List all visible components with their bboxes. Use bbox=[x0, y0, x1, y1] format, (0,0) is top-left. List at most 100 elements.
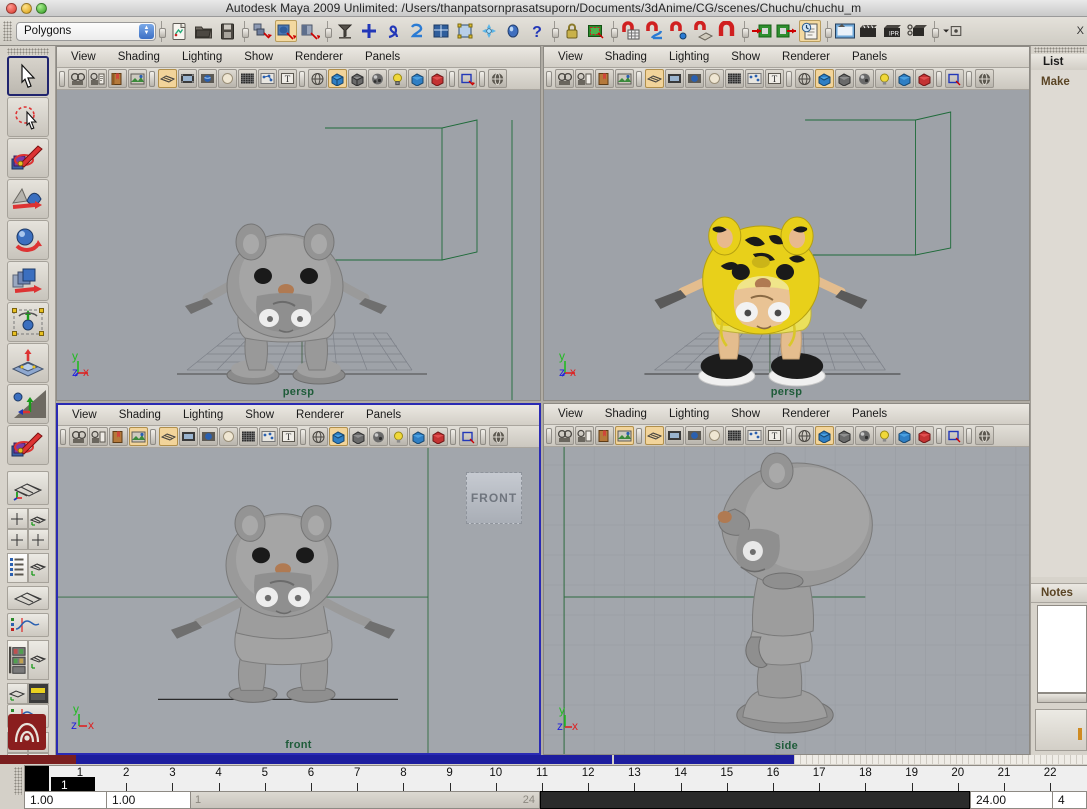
toolbar-grip[interactable] bbox=[636, 427, 642, 444]
viewport-persp-right-canvas[interactable]: y z x persp bbox=[544, 90, 1029, 400]
toolbar-grip[interactable] bbox=[150, 428, 156, 445]
render-current-frame-icon[interactable] bbox=[834, 20, 856, 42]
toolbar-grip[interactable] bbox=[546, 70, 552, 87]
toolbar-grip[interactable] bbox=[786, 427, 792, 444]
viewport-menu-show[interactable]: Show bbox=[245, 409, 274, 421]
channel-box-grip[interactable] bbox=[1034, 47, 1084, 53]
snap-to-grid-icon[interactable] bbox=[620, 20, 642, 42]
hardware-texturing-icon[interactable] bbox=[488, 427, 508, 446]
viewport-menu-shading[interactable]: Shading bbox=[605, 51, 647, 63]
shaded-wireframe-icon[interactable] bbox=[854, 69, 874, 88]
layout-four-view[interactable] bbox=[27, 508, 49, 529]
film-gate-icon[interactable] bbox=[178, 427, 198, 446]
field-chart-icon[interactable] bbox=[724, 426, 744, 445]
layout-outliner-persp[interactable] bbox=[6, 553, 28, 583]
scale-tool[interactable] bbox=[6, 261, 49, 301]
snap-to-point-icon[interactable] bbox=[668, 20, 690, 42]
select-camera-icon[interactable] bbox=[67, 69, 87, 88]
range-slider-track-dark[interactable] bbox=[540, 791, 970, 809]
safe-title-icon[interactable]: T bbox=[277, 69, 297, 88]
input-connections-icon[interactable] bbox=[751, 20, 773, 42]
smooth-shade-icon[interactable] bbox=[814, 426, 834, 445]
viewport-menu-shading[interactable]: Shading bbox=[605, 408, 647, 420]
safe-action-icon[interactable] bbox=[744, 426, 764, 445]
toolbar-grip[interactable] bbox=[936, 427, 942, 444]
toolbar-grip[interactable] bbox=[936, 70, 942, 87]
viewport-front-canvas[interactable]: FRONT y z x front bbox=[58, 448, 539, 753]
viewport-menu-view[interactable]: View bbox=[72, 409, 97, 421]
viewport-side-canvas[interactable]: y z x side bbox=[544, 447, 1029, 754]
viewport-menu-shading[interactable]: Shading bbox=[118, 51, 160, 63]
camera-attributes-icon[interactable] bbox=[574, 426, 594, 445]
gate-mask-icon[interactable] bbox=[704, 426, 724, 445]
layout-hypershade-persp[interactable] bbox=[27, 640, 49, 680]
render-settings-icon[interactable] bbox=[906, 20, 928, 42]
highlight-selection-icon[interactable] bbox=[585, 20, 607, 42]
rotate-tool[interactable] bbox=[6, 220, 49, 260]
flat-shade-icon[interactable] bbox=[348, 427, 368, 446]
smooth-shade-icon[interactable] bbox=[328, 427, 348, 446]
lock-icon[interactable] bbox=[561, 20, 583, 42]
layout-persp-render[interactable] bbox=[6, 683, 28, 704]
viewport-menu-show[interactable]: Show bbox=[244, 51, 273, 63]
wireframe-icon[interactable] bbox=[308, 427, 328, 446]
toolbar-grip[interactable] bbox=[966, 70, 972, 87]
isolate-select-icon[interactable] bbox=[458, 427, 478, 446]
viewport-menu-lighting[interactable]: Lighting bbox=[669, 408, 709, 420]
toolbar-grip[interactable] bbox=[60, 428, 66, 445]
paint-select-tool[interactable] bbox=[6, 138, 49, 178]
layout-hypershade[interactable] bbox=[6, 640, 28, 680]
construction-history-icon[interactable] bbox=[799, 20, 821, 42]
wireframe-icon[interactable] bbox=[794, 69, 814, 88]
bookmarks-icon[interactable] bbox=[108, 427, 128, 446]
viewport-menu-view[interactable]: View bbox=[558, 408, 583, 420]
hulls-mask-icon[interactable] bbox=[454, 20, 476, 42]
toolbar-grip[interactable] bbox=[300, 428, 306, 445]
toolbar-divider[interactable] bbox=[932, 20, 939, 42]
misc-mask-icon[interactable]: ? bbox=[526, 20, 548, 42]
toolbar-divider[interactable] bbox=[825, 20, 832, 42]
points-mask-icon[interactable] bbox=[358, 20, 380, 42]
wireframe-icon[interactable] bbox=[794, 426, 814, 445]
viewport-menu-panels[interactable]: Panels bbox=[366, 409, 401, 421]
xray-icon[interactable] bbox=[914, 69, 934, 88]
smooth-shade-icon[interactable] bbox=[327, 69, 347, 88]
use-all-lights-icon[interactable] bbox=[387, 69, 407, 88]
menu-set-select[interactable]: Polygons ▲ ▼ bbox=[16, 21, 156, 41]
toolbar-grip[interactable] bbox=[636, 70, 642, 87]
playback-end-time-field[interactable]: 24.00 bbox=[970, 791, 1052, 809]
layout-two-pane-vertical[interactable] bbox=[6, 529, 28, 550]
hardware-texturing-icon[interactable] bbox=[487, 69, 507, 88]
viewport-menu-view[interactable]: View bbox=[71, 51, 96, 63]
bookmarks-icon[interactable] bbox=[594, 69, 614, 88]
viewport-persp-left-canvas[interactable]: y z x persp bbox=[57, 90, 540, 400]
viewport-menu-view[interactable]: View bbox=[558, 51, 583, 63]
range-slider[interactable]: 1 24 bbox=[190, 791, 540, 809]
safe-title-icon[interactable]: T bbox=[764, 69, 784, 88]
safe-title-icon[interactable]: T bbox=[278, 427, 298, 446]
channel-box-body[interactable]: Make bbox=[1031, 70, 1087, 577]
animation-end-time-field[interactable]: 4 bbox=[1052, 791, 1087, 809]
universal-manipulator-tool[interactable] bbox=[6, 302, 49, 342]
toolbar-divider[interactable] bbox=[242, 20, 249, 42]
use-all-lights-icon[interactable] bbox=[388, 427, 408, 446]
safe-action-icon[interactable] bbox=[258, 427, 278, 446]
wireframe-icon[interactable] bbox=[307, 69, 327, 88]
notes-field[interactable] bbox=[1037, 605, 1087, 693]
use-all-lights-icon[interactable] bbox=[874, 69, 894, 88]
resolution-gate-icon[interactable] bbox=[684, 426, 704, 445]
shaded-wireframe-icon[interactable] bbox=[854, 426, 874, 445]
use-all-lights-icon[interactable] bbox=[874, 426, 894, 445]
toolbar-grip[interactable] bbox=[546, 427, 552, 444]
hardware-texturing-icon[interactable] bbox=[974, 69, 994, 88]
layout-outliner-persp-alt[interactable] bbox=[27, 553, 49, 583]
select-camera-icon[interactable] bbox=[554, 69, 574, 88]
pivots-mask-icon[interactable] bbox=[478, 20, 500, 42]
playback-start-time-field[interactable]: 1.00 bbox=[106, 791, 190, 809]
resolution-gate-icon[interactable] bbox=[684, 69, 704, 88]
move-tool[interactable] bbox=[6, 179, 49, 219]
shaded-wireframe-icon[interactable] bbox=[367, 69, 387, 88]
ipr-icon[interactable]: IPR bbox=[882, 20, 904, 42]
field-chart-icon[interactable] bbox=[724, 69, 744, 88]
viewport-menu-lighting[interactable]: Lighting bbox=[182, 51, 222, 63]
